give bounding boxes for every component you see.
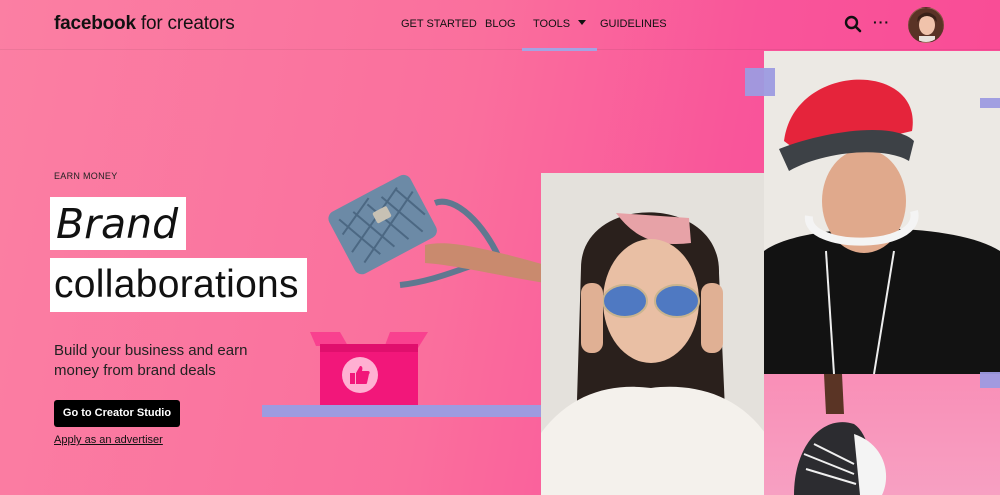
- avatar-image: [909, 8, 943, 42]
- tape-decoration: [980, 98, 1000, 108]
- nav-guidelines[interactable]: GUIDELINES: [600, 17, 667, 51]
- section-eyebrow: EARN MONEY: [54, 171, 118, 181]
- nav-get-started-label: GET STARTED: [401, 18, 477, 30]
- hero-description: Build your business and earn money from …: [54, 342, 248, 379]
- hero-title-line-1: Brand: [50, 197, 187, 250]
- search-icon[interactable]: [844, 15, 862, 33]
- thumbs-up-icon: [350, 366, 370, 384]
- hero-title-line-2: collaborations: [50, 258, 307, 312]
- nav-guidelines-label: GUIDELINES: [600, 18, 667, 30]
- photo-hand-holding-sneakers: [764, 374, 1000, 495]
- more-icon[interactable]: ···: [873, 14, 890, 30]
- avatar[interactable]: [908, 7, 944, 43]
- handbag-illustration: [328, 174, 545, 288]
- tape-decoration: [980, 372, 1000, 388]
- logo-creators-text: for creators: [135, 13, 235, 34]
- facebook-for-creators-logo[interactable]: facebook for creators: [54, 13, 235, 35]
- photo-woman-sunglasses: [541, 173, 765, 495]
- gift-box-illustration: [310, 330, 428, 408]
- photo-man-red-cap: [764, 51, 1000, 374]
- nav-tools-label: TOOLS: [533, 18, 571, 30]
- shelf-decoration: [262, 405, 542, 417]
- apply-as-advertiser-link[interactable]: Apply as an advertiser: [54, 434, 163, 446]
- go-to-creator-studio-button[interactable]: Go to Creator Studio: [54, 400, 180, 427]
- top-header: facebook for creators GET STARTED BLOG T…: [0, 0, 1000, 51]
- nav-tools[interactable]: TOOLS: [521, 17, 598, 51]
- nav-get-started[interactable]: GET STARTED: [401, 17, 477, 51]
- nav-blog-label: BLOG: [485, 18, 516, 30]
- tape-decoration: [745, 68, 775, 96]
- logo-facebook-text: facebook: [54, 13, 136, 34]
- nav-blog[interactable]: BLOG: [485, 17, 516, 51]
- chevron-down-icon: [578, 20, 587, 25]
